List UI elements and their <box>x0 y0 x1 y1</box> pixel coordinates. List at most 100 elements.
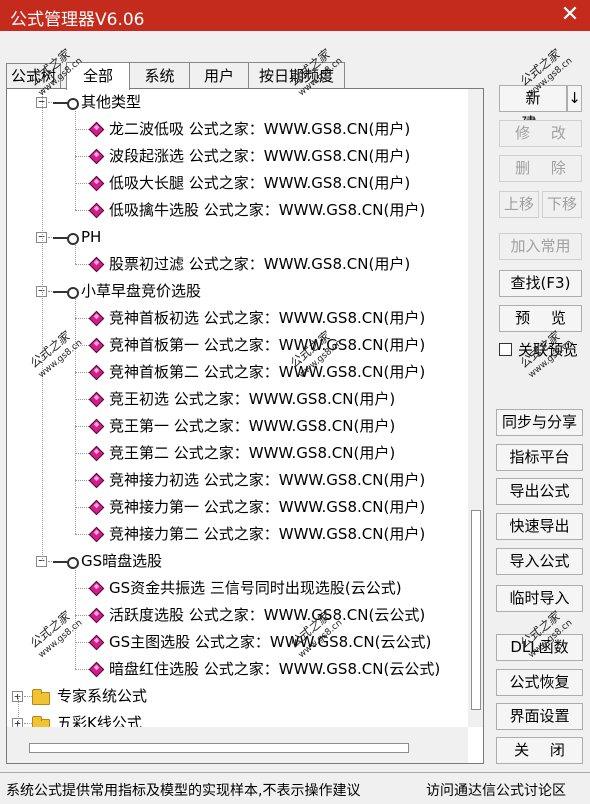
tree-group[interactable]: − 其他类型 <box>7 89 467 116</box>
dll-function-button[interactable]: DLL函数 <box>496 634 583 661</box>
temp-import-button[interactable]: 临时导入 <box>496 585 583 612</box>
tree-group-label: PH <box>81 228 102 246</box>
formula-restore-button[interactable]: 公式恢复 <box>496 669 583 696</box>
tree-folder[interactable]: + 专家系统公式 <box>7 683 467 710</box>
sync-share-button[interactable]: 同步与分享 <box>496 409 583 436</box>
formula-icon <box>88 499 105 516</box>
tree-item[interactable]: 竞王第二 公式之家：WWW.GS8.CN(用户) <box>7 440 467 467</box>
tree-connector <box>75 568 76 669</box>
tree-connector <box>75 244 76 264</box>
tree-item[interactable]: 竞神首板第二 公式之家：WWW.GS8.CN(用户) <box>7 359 467 386</box>
tree-item[interactable]: 竞神接力初选 公式之家：WWW.GS8.CN(用户) <box>7 467 467 494</box>
tree-item[interactable]: 竞王初选 公式之家：WWW.GS8.CN(用户) <box>7 386 467 413</box>
tree-group[interactable]: − 小草早盘竞价选股 <box>7 278 467 305</box>
tree-connector <box>75 109 76 210</box>
formula-icon <box>88 256 105 273</box>
move-up-button[interactable]: 上移 <box>499 191 539 218</box>
vertical-scrollbar[interactable] <box>468 89 483 727</box>
horizontal-scrollbar[interactable] <box>7 727 468 763</box>
new-dropdown-button[interactable]: ↓ <box>567 85 582 112</box>
formula-tree[interactable]: − 其他类型龙二波低吸 公式之家：WWW.GS8.CN(用户) 波段起涨选 公式之家… <box>6 88 484 764</box>
formula-icon <box>88 121 105 138</box>
formula-label: 竞神接力第二 公式之家：WWW.GS8.CN(用户) <box>109 525 426 543</box>
tree-folder-label: 专家系统公式 <box>57 687 148 705</box>
forum-link[interactable]: 访问通达信公式讨论区 <box>426 780 566 800</box>
formula-label: 龙二波低吸 公式之家：WWW.GS8.CN(用户) <box>109 120 411 138</box>
tree-group[interactable]: − GS暗盘选股 <box>7 548 467 575</box>
delete-button[interactable]: 删 除 <box>499 155 582 182</box>
indicator-platform-button[interactable]: 指标平台 <box>496 444 583 471</box>
move-down-button[interactable]: 下移 <box>542 191 582 218</box>
tree-connector <box>75 588 89 589</box>
formula-icon <box>88 634 105 651</box>
formula-label: GS主图选股 公式之家：WWW.GS8.CN(云公式) <box>109 633 432 651</box>
tree-item[interactable]: 竞神接力第二 公式之家：WWW.GS8.CN(用户) <box>7 521 467 548</box>
tree-item[interactable]: 竞王第一 公式之家：WWW.GS8.CN(用户) <box>7 413 467 440</box>
tree-item[interactable]: GS资金共振选 三信号同时出现选股(云公式) <box>7 575 467 602</box>
export-formula-button[interactable]: 导出公式 <box>496 478 583 505</box>
link-preview-checkbox[interactable] <box>499 343 512 356</box>
status-bar: 系统公式提供常用指标及模型的实现样本,不表示操作建议 访问通达信公式讨论区 <box>0 772 590 804</box>
find-button[interactable]: 查找(F3) <box>499 270 582 297</box>
tree-group-label: GS暗盘选股 <box>81 552 163 570</box>
quick-export-button[interactable]: 快速导出 <box>496 513 583 540</box>
formula-icon <box>88 445 105 462</box>
tab-by-date-frequency[interactable]: 按日期频度 <box>248 62 345 89</box>
tree-item[interactable]: 竞神首板初选 公式之家：WWW.GS8.CN(用户) <box>7 305 467 332</box>
close-button[interactable]: 关 闭 <box>496 737 583 764</box>
tree-group-label: 其他类型 <box>81 93 142 111</box>
tree-item[interactable]: 活跃度选股 公式之家：WWW.GS8.CN(云公式) <box>7 602 467 629</box>
tree-item[interactable]: 龙二波低吸 公式之家：WWW.GS8.CN(用户) <box>7 116 467 143</box>
tree-connector <box>24 723 32 724</box>
tree-group[interactable]: − PH <box>7 224 467 251</box>
formula-icon <box>88 148 105 165</box>
tree-item[interactable]: 股票初过滤 公式之家：WWW.GS8.CN(用户) <box>7 251 467 278</box>
formula-label: 竞神接力第一 公式之家：WWW.GS8.CN(用户) <box>109 498 426 516</box>
tree-connector <box>75 642 89 643</box>
key-icon <box>53 557 79 569</box>
formula-icon <box>88 607 105 624</box>
preview-button[interactable]: 预 览 <box>499 305 582 332</box>
formula-label: 低吸擒牛选股 公式之家：WWW.GS8.CN(用户) <box>109 201 426 219</box>
tree-connector <box>75 669 89 670</box>
tab-all[interactable]: 全部 <box>66 62 130 90</box>
tree-connector <box>75 480 89 481</box>
tab-system[interactable]: 系统 <box>129 62 190 89</box>
tree-connector <box>75 615 89 616</box>
tree-item[interactable]: 低吸大长腿 公式之家：WWW.GS8.CN(用户) <box>7 170 467 197</box>
tree-item[interactable]: 竞神接力第一 公式之家：WWW.GS8.CN(用户) <box>7 494 467 521</box>
new-button[interactable]: 新 建 <box>499 85 567 132</box>
formula-label: GS资金共振选 三信号同时出现选股(云公式) <box>109 579 402 597</box>
key-icon <box>53 233 79 245</box>
key-icon <box>53 287 79 299</box>
window-title: 公式管理器V6.06 <box>10 10 145 30</box>
formula-label: 竞神接力初选 公式之家：WWW.GS8.CN(用户) <box>109 471 426 489</box>
modify-button[interactable]: 修 改 <box>499 120 582 147</box>
formula-icon <box>88 391 105 408</box>
ui-settings-button[interactable]: 界面设置 <box>496 703 583 730</box>
horizontal-scroll-thumb[interactable] <box>29 743 409 753</box>
link-preview-label: 关联预览 <box>518 341 579 359</box>
tree-connector <box>75 210 89 211</box>
tree-connector <box>75 372 89 373</box>
tree-item[interactable]: 竞神首板第一 公式之家：WWW.GS8.CN(用户) <box>7 332 467 359</box>
tab-formula-tree[interactable]: 公式树 <box>6 63 62 89</box>
tree-group-label: 小草早盘竞价选股 <box>81 282 202 300</box>
tree-connector <box>75 453 89 454</box>
formula-label: 竞王第二 公式之家：WWW.GS8.CN(用户) <box>109 444 396 462</box>
tree-item[interactable]: 暗盘红住选股 公式之家：WWW.GS8.CN(云公式) <box>7 656 467 683</box>
tab-user[interactable]: 用户 <box>189 62 249 89</box>
close-icon[interactable]: ✕ <box>550 0 590 31</box>
add-to-common-button[interactable]: 加入常用 <box>499 233 582 260</box>
tree-connector <box>24 696 32 697</box>
formula-icon <box>88 580 105 597</box>
tree-item[interactable]: 低吸擒牛选股 公式之家：WWW.GS8.CN(用户) <box>7 197 467 224</box>
tree-item[interactable]: 波段起涨选 公式之家：WWW.GS8.CN(用户) <box>7 143 467 170</box>
tree-item[interactable]: GS主图选股 公式之家：WWW.GS8.CN(云公式) <box>7 629 467 656</box>
tree-connector <box>42 89 43 561</box>
vertical-scroll-thumb[interactable] <box>471 510 481 710</box>
formula-label: 竞神首板第一 公式之家：WWW.GS8.CN(用户) <box>109 336 426 354</box>
tree-connector <box>75 298 76 534</box>
title-bar: 公式管理器V6.06 ✕ <box>0 0 590 31</box>
import-formula-button[interactable]: 导入公式 <box>496 548 583 575</box>
